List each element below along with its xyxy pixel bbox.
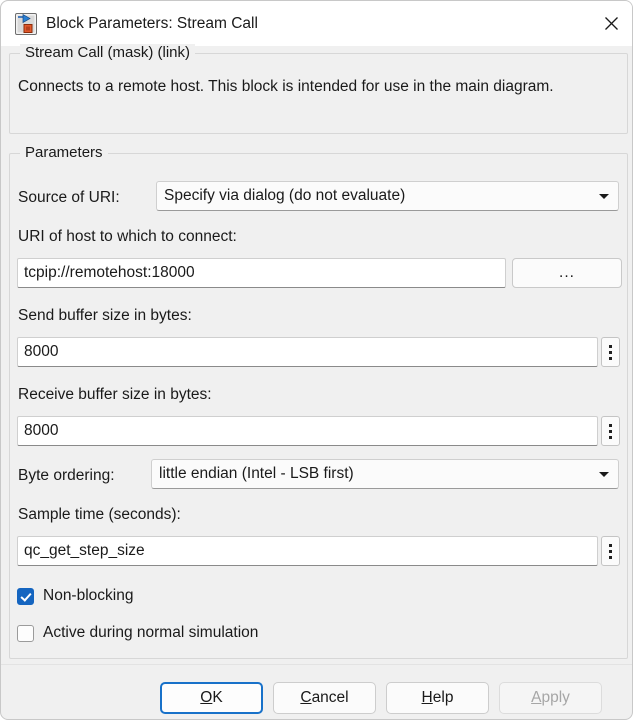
- apply-label-rest: pply: [541, 689, 570, 706]
- sample-time-options-icon[interactable]: [601, 536, 620, 566]
- browse-button[interactable]: ...: [512, 258, 622, 288]
- checkbox-unchecked-icon: [17, 624, 34, 642]
- checkbox-checked-icon: [17, 587, 34, 605]
- active-normal-sim-checkbox[interactable]: Active during normal simulation: [17, 624, 258, 642]
- ok-mnemonic: O: [200, 689, 213, 706]
- description-text: Connects to a remote host. This block is…: [18, 78, 554, 95]
- active-normal-sim-label: Active during normal simulation: [43, 624, 259, 641]
- cancel-label-rest: ancel: [311, 689, 349, 706]
- simulink-block-icon: [15, 13, 37, 35]
- close-icon[interactable]: [588, 1, 632, 45]
- sample-time-input[interactable]: [17, 536, 598, 566]
- help-mnemonic: H: [421, 689, 433, 706]
- title-bar: Block Parameters: Stream Call: [1, 1, 632, 46]
- description-legend: Stream Call (mask) (link): [20, 44, 196, 61]
- send-buffer-input[interactable]: [17, 337, 598, 367]
- parameters-legend: Parameters: [20, 144, 108, 161]
- window-title: Block Parameters: Stream Call: [46, 15, 258, 32]
- parameters-group: Parameters Source of URI: Specify via di…: [9, 144, 628, 659]
- apply-mnemonic: A: [531, 689, 542, 706]
- byte-ordering-value: little endian (Intel - LSB first): [159, 465, 354, 482]
- block-parameters-dialog: Block Parameters: Stream Call Stream Cal…: [0, 0, 633, 720]
- receive-buffer-label: Receive buffer size in bytes:: [18, 386, 212, 403]
- source-of-uri-select[interactable]: Specify via dialog (do not evaluate): [156, 181, 619, 211]
- receive-buffer-options-icon[interactable]: [601, 416, 620, 446]
- chevron-down-icon: [599, 472, 609, 477]
- help-label-rest: elp: [432, 689, 454, 706]
- send-buffer-label: Send buffer size in bytes:: [18, 307, 192, 324]
- non-blocking-label: Non-blocking: [43, 587, 134, 604]
- send-buffer-options-icon[interactable]: [601, 337, 620, 367]
- help-button[interactable]: Help: [386, 682, 489, 714]
- sample-time-label: Sample time (seconds):: [18, 506, 181, 523]
- source-of-uri-label: Source of URI:: [18, 189, 120, 206]
- uri-host-input[interactable]: [17, 258, 506, 288]
- cancel-button[interactable]: Cancel: [273, 682, 376, 714]
- source-of-uri-value: Specify via dialog (do not evaluate): [164, 187, 406, 204]
- chevron-down-icon: [599, 194, 609, 199]
- cancel-mnemonic: C: [300, 689, 312, 706]
- uri-host-label: URI of host to which to connect:: [18, 228, 237, 245]
- non-blocking-checkbox[interactable]: Non-blocking: [17, 587, 133, 605]
- ok-label-rest: K: [212, 689, 223, 706]
- apply-button: Apply: [499, 682, 602, 714]
- ok-button[interactable]: OK: [160, 682, 263, 714]
- footer-divider: [1, 664, 632, 665]
- byte-ordering-label: Byte ordering:: [18, 467, 115, 484]
- receive-buffer-input[interactable]: [17, 416, 598, 446]
- byte-ordering-select[interactable]: little endian (Intel - LSB first): [151, 459, 619, 489]
- description-group: Stream Call (mask) (link) Connects to a …: [9, 44, 628, 134]
